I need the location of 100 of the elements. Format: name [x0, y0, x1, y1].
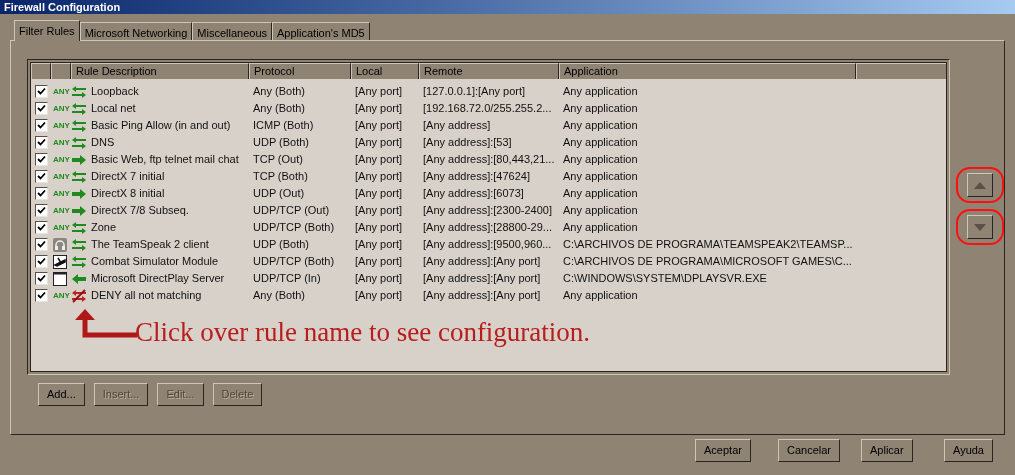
move-up-button[interactable] [967, 173, 993, 197]
table-cell-text: Any application [562, 152, 639, 167]
checkbox[interactable] [34, 119, 48, 132]
table-cell-text: Any application [562, 101, 639, 116]
table-cell-text: [Any address]:[80,443,21... [422, 152, 556, 167]
table-cell-text: TCP (Both) [252, 169, 309, 184]
table-cell-text: [Any address]:[47624] [422, 169, 531, 184]
column-header[interactable]: Rule Description [71, 63, 249, 79]
table-cell-text: UDP/TCP (In) [252, 271, 322, 286]
table-cell-text: Any application [562, 118, 639, 133]
column-header[interactable]: Application [559, 63, 856, 79]
table-cell-text: [192.168.72.0/255.255.2... [422, 101, 553, 116]
table-cell-text: C:\ARCHIVOS DE PROGRAMA\TEAMSPEAK2\TEAMSP... [562, 237, 854, 252]
checkbox[interactable] [34, 136, 48, 149]
table-cell-text: Any application [562, 220, 639, 235]
rule-button[interactable]: Add... [38, 383, 85, 406]
table-cell-text: [Any port] [354, 101, 404, 116]
table-cell[interactable]: Local net [87, 100, 249, 117]
any-label: ANY [53, 206, 71, 215]
dialog-button[interactable]: Aceptar [695, 439, 751, 462]
any-label: ANY [53, 155, 71, 164]
tab[interactable]: Application's MD5 [272, 22, 370, 40]
column-header[interactable]: Remote [419, 63, 559, 79]
table-cell-text: [Any port] [354, 220, 404, 235]
any-label: ANY [53, 104, 71, 113]
table-cell[interactable]: Loopback [87, 83, 249, 100]
table-cell-text: [Any port] [354, 271, 404, 286]
table-cell[interactable]: DENY all not matching [87, 287, 249, 304]
table-cell-text: [Any address] [422, 118, 492, 133]
table-cell[interactable]: Basic Ping Allow (in and out) [87, 117, 249, 134]
checkbox[interactable] [34, 85, 48, 98]
up-triangle-icon [974, 181, 986, 189]
dialog-button[interactable]: Ayuda [944, 439, 993, 462]
table-cell-text: Any application [562, 203, 639, 218]
table-cell-text: UDP (Both) [252, 135, 311, 150]
table-cell-text: [Any port] [354, 118, 404, 133]
table-cell-text: [Any address]:[Any port] [422, 288, 542, 303]
checkbox[interactable] [34, 170, 48, 183]
table-cell[interactable]: DirectX 7 initial [87, 168, 249, 185]
any-label: ANY [53, 138, 71, 147]
table-cell[interactable]: DirectX 8 initial [87, 185, 249, 202]
table-cell-text: UDP/TCP (Out) [252, 203, 331, 218]
table-cell[interactable]: The TeamSpeak 2 client [87, 236, 249, 253]
table-cell-text: [Any port] [354, 84, 404, 99]
checkbox[interactable] [34, 221, 48, 234]
table-cell-text: Any application [562, 169, 639, 184]
table-cell-text: Any application [562, 288, 639, 303]
tab[interactable]: Microsoft Networking [79, 22, 193, 40]
table-cell-text: [Any address]:[Any port] [422, 254, 542, 269]
annotation-text: Click over rule name to see configuration. [135, 319, 591, 346]
any-label: ANY [53, 223, 71, 232]
table-cell-text: Any (Both) [252, 288, 306, 303]
any-label: ANY [53, 172, 71, 181]
any-label: ANY [53, 121, 71, 130]
table-cell-text: C:\WINDOWS\SYSTEM\DPLAYSVR.EXE [562, 271, 768, 286]
any-label: ANY [53, 189, 71, 198]
table-cell[interactable]: Basic Web, ftp telnet mail chat [87, 151, 249, 168]
table-cell-text: [Any address]:[9500,960... [422, 237, 553, 252]
table-cell-text: Any application [562, 186, 639, 201]
move-down-button[interactable] [967, 215, 993, 239]
table-cell-text: [Any address]:[28800-29... [422, 220, 554, 235]
table-cell-text: Any (Both) [252, 101, 306, 116]
checkbox[interactable] [34, 187, 48, 200]
table-cell-text: [Any address]:[2300-2400] [422, 203, 554, 218]
table-cell-text: [Any port] [354, 186, 404, 201]
table-cell-text: [Any port] [354, 169, 404, 184]
table-cell[interactable]: Combat Simulator Module [87, 253, 249, 270]
table-cell-text: [Any address]:[Any port] [422, 271, 542, 286]
table-cell-text: [Any port] [354, 237, 404, 252]
table-cell-text: ICMP (Both) [252, 118, 315, 133]
table-cell-text: [127.0.0.1]:[Any port] [422, 84, 527, 99]
table-cell[interactable]: Microsoft DirectPlay Server [87, 270, 249, 287]
checkbox[interactable] [34, 102, 48, 115]
checkbox[interactable] [34, 204, 48, 217]
tab[interactable]: Miscellaneous [192, 22, 273, 40]
tab[interactable]: Filter Rules [14, 20, 80, 41]
table-cell-text: [Any port] [354, 254, 404, 269]
checkbox[interactable] [34, 153, 48, 166]
table-cell[interactable]: DNS [87, 134, 249, 151]
checkbox[interactable] [34, 289, 48, 302]
column-header[interactable]: Local [351, 63, 419, 79]
plane-icon [53, 254, 67, 269]
table-cell-text: [Any port] [354, 288, 404, 303]
table-cell-text: Any application [562, 135, 639, 150]
window-title: Firewall Configuration [4, 1, 121, 13]
dialog-button[interactable]: Cancelar [778, 439, 841, 462]
column-header[interactable]: Protocol [249, 63, 351, 79]
checkbox[interactable] [34, 238, 48, 251]
table-cell[interactable]: DirectX 7/8 Subseq. [87, 202, 249, 219]
window-icon [53, 271, 67, 286]
checkbox[interactable] [34, 272, 48, 285]
table-cell-text: UDP (Both) [252, 237, 311, 252]
table-cell-text: UDP/TCP (Both) [252, 220, 336, 235]
table-cell-text: [Any port] [354, 152, 404, 167]
table-cell[interactable]: Zone [87, 219, 249, 236]
any-label: ANY [53, 87, 71, 96]
table-cell-text: [Any port] [354, 135, 404, 150]
dialog-button[interactable]: Aplicar [861, 439, 913, 462]
table-cell-text: TCP (Out) [252, 152, 304, 167]
checkbox[interactable] [34, 255, 48, 268]
